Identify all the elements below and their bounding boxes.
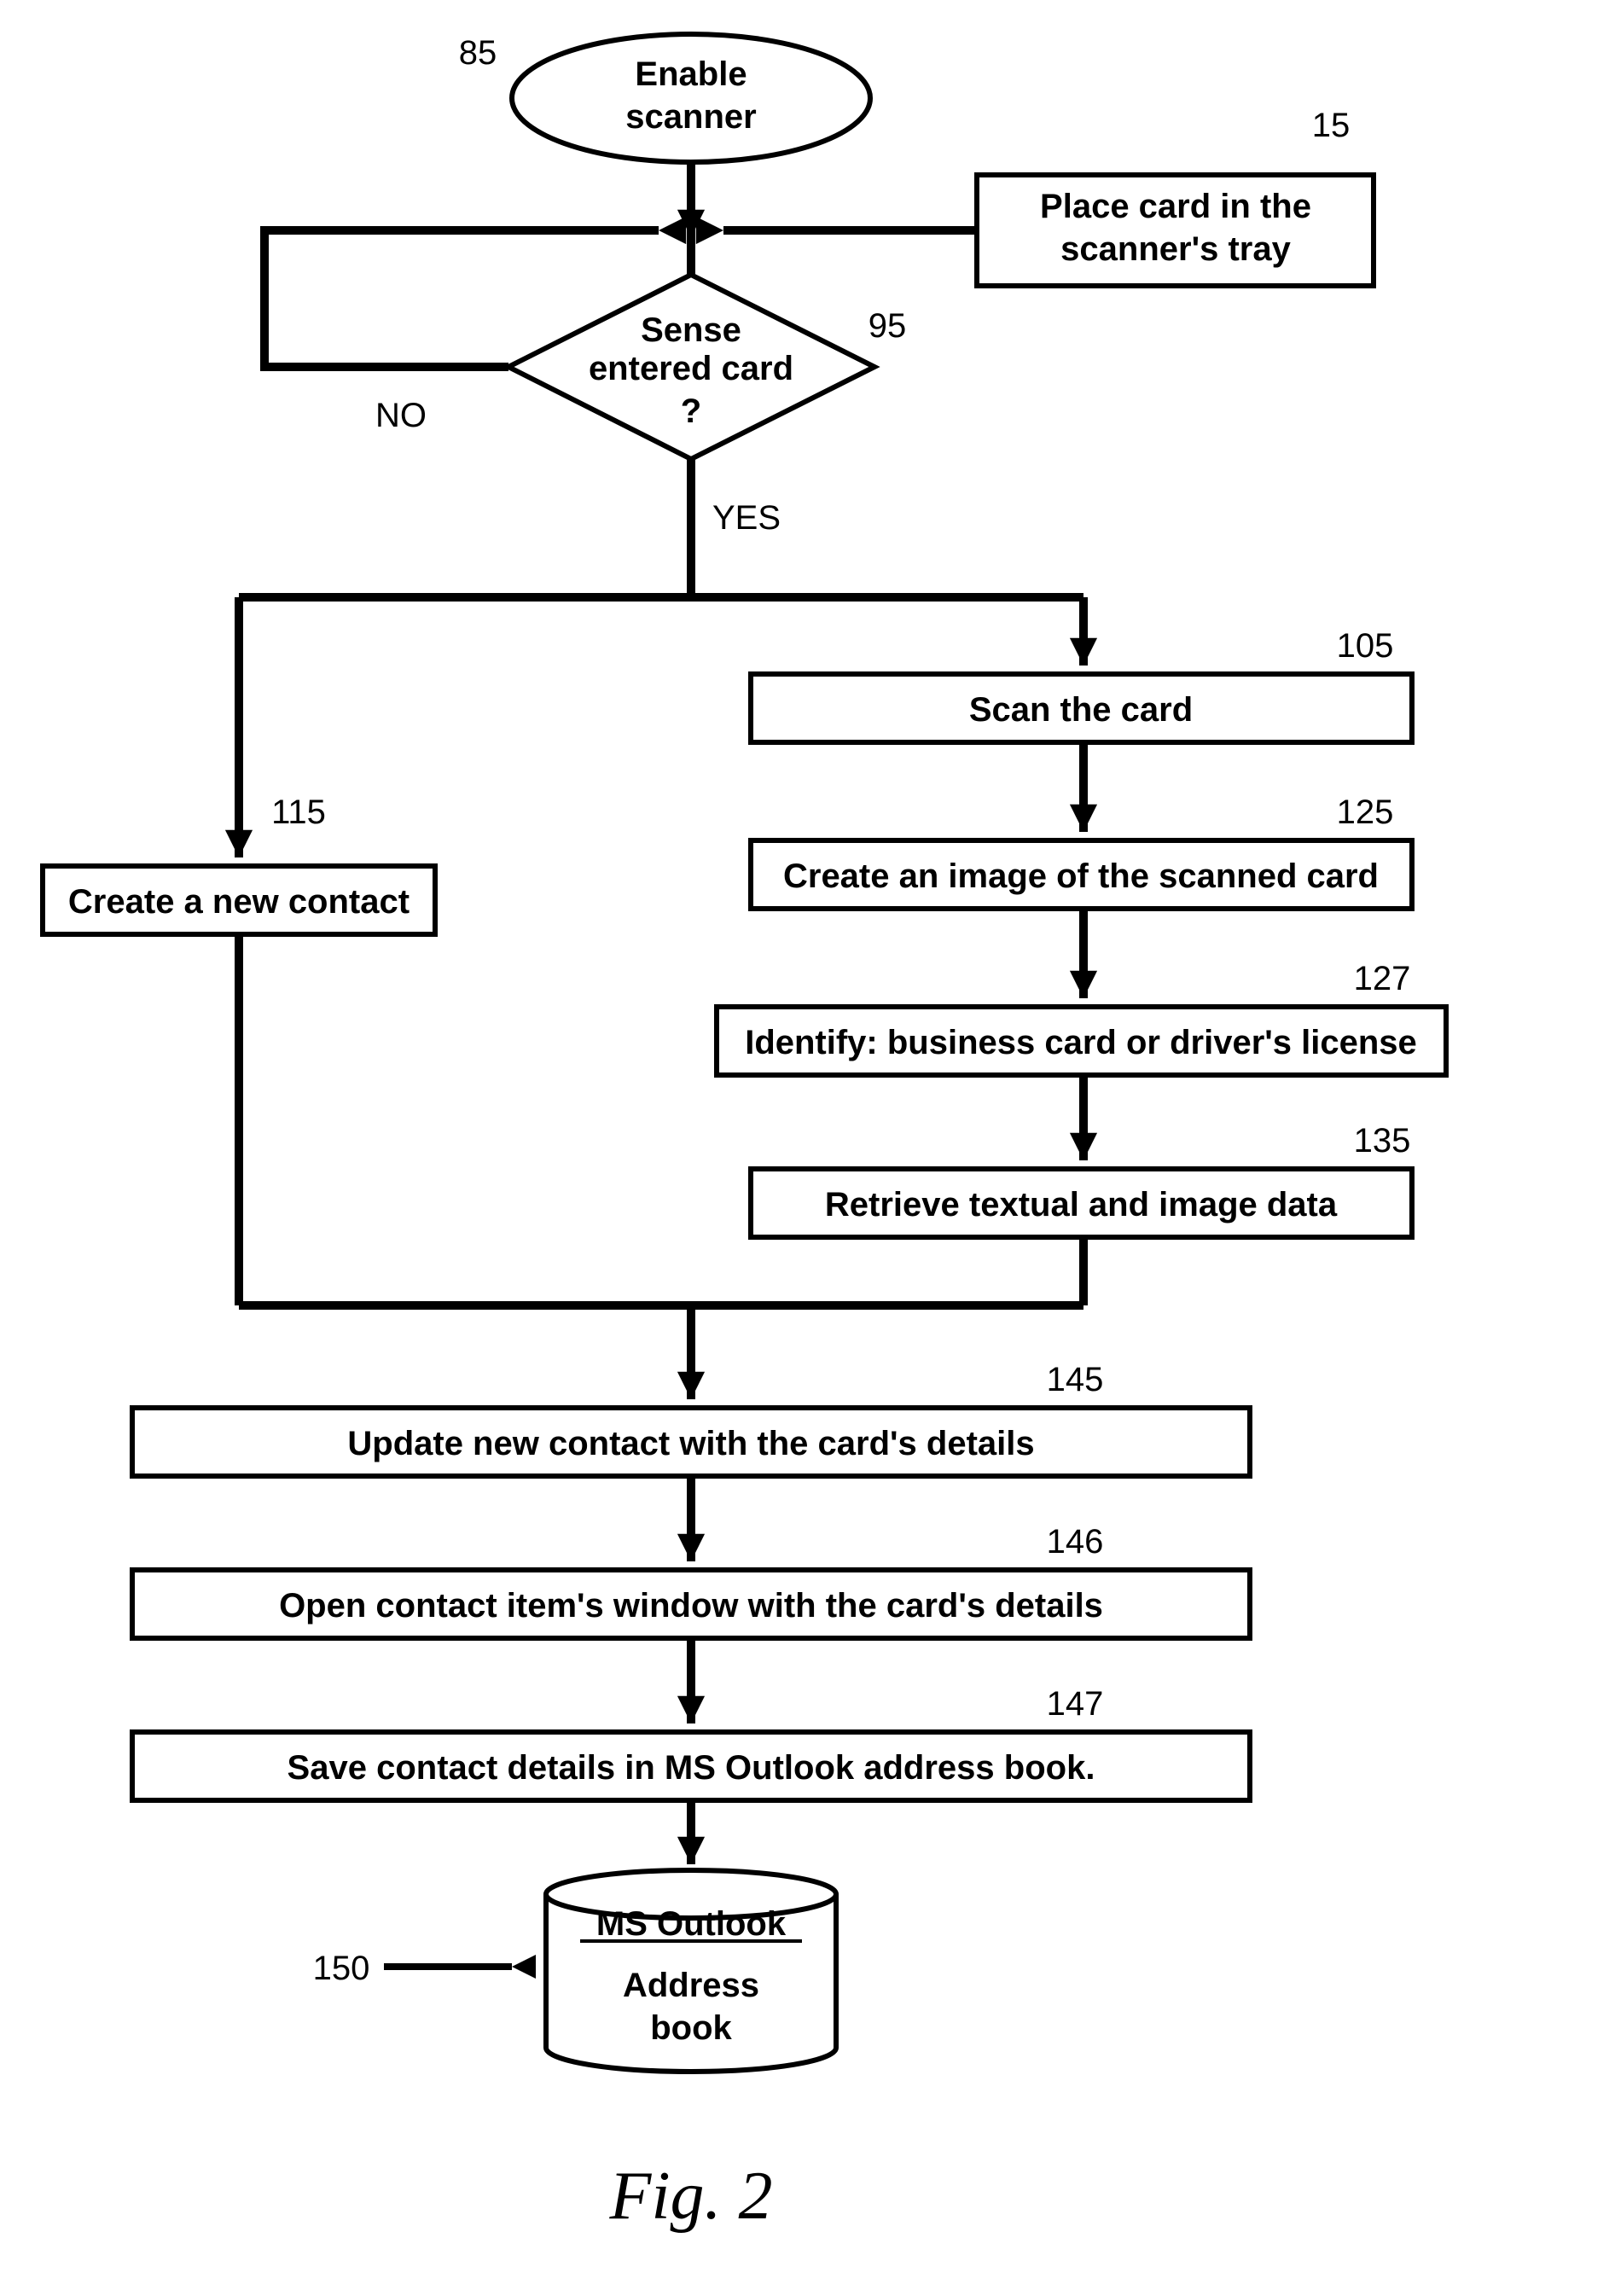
- svg-text:Create a new contact: Create a new contact: [68, 883, 410, 921]
- node-150-line2: Address: [623, 1967, 759, 2004]
- node-127-line1: Identify: business card or driver's lice…: [745, 1024, 1417, 1061]
- svg-text:Address: Address: [623, 1967, 759, 2004]
- svg-text:Create an image of the scanned: Create an image of the scanned card: [783, 857, 1379, 895]
- node-85-line2: scanner: [625, 98, 756, 136]
- label-no: NO: [375, 397, 427, 434]
- ref-147: 147: [1047, 1685, 1104, 1723]
- svg-text:Enable: Enable: [635, 55, 747, 93]
- ref-105: 105: [1337, 627, 1394, 665]
- svg-text:147: 147: [1047, 1685, 1104, 1723]
- svg-text:145: 145: [1047, 1361, 1104, 1398]
- svg-text:Fig. 2: Fig. 2: [608, 2159, 772, 2234]
- svg-text:85: 85: [459, 34, 497, 72]
- ref-85: 85: [459, 34, 497, 72]
- ref-145: 145: [1047, 1361, 1104, 1398]
- ref-146: 146: [1047, 1523, 1104, 1561]
- svg-text:146: 146: [1047, 1523, 1104, 1561]
- label-yes: YES: [712, 499, 781, 537]
- svg-text:NO: NO: [375, 397, 427, 434]
- svg-text:Open contact item's window wit: Open contact item's window with the card…: [279, 1587, 1103, 1625]
- ref-115: 115: [271, 793, 326, 831]
- svg-text:entered card: entered card: [589, 350, 793, 387]
- flowchart-diagram: Enable scanner 85 Place card in the scan…: [0, 0, 1615, 2296]
- ref-127: 127: [1354, 960, 1411, 997]
- svg-text:Save contact details in MS Out: Save contact details in MS Outlook addre…: [288, 1749, 1095, 1787]
- ref-15: 15: [1312, 107, 1351, 144]
- ref-125: 125: [1337, 793, 1394, 831]
- ref-135: 135: [1354, 1122, 1411, 1160]
- node-105-line1: Scan the card: [969, 691, 1193, 729]
- svg-text:125: 125: [1337, 793, 1394, 831]
- svg-text:115: 115: [271, 793, 326, 831]
- svg-text:MS Outlook: MS Outlook: [596, 1905, 787, 1943]
- node-95-line3: ?: [681, 392, 701, 430]
- node-147-line1: Save contact details in MS Outlook addre…: [288, 1749, 1095, 1787]
- svg-text:Identify: business card or dri: Identify: business card or driver's lice…: [745, 1024, 1417, 1061]
- node-115-line1: Create a new contact: [68, 883, 410, 921]
- svg-text:95: 95: [868, 307, 907, 345]
- svg-text:Sense: Sense: [641, 311, 741, 349]
- node-95-line2: entered card: [589, 350, 793, 387]
- node-95-line1: Sense: [641, 311, 741, 349]
- node-135-line1: Retrieve textual and image data: [825, 1186, 1338, 1224]
- node-15-line2: scanner's tray: [1060, 230, 1291, 268]
- svg-text:YES: YES: [712, 499, 781, 537]
- node-150-line3: book: [650, 2009, 732, 2047]
- node-150-line1: MS Outlook: [596, 1905, 787, 1943]
- node-125-line1: Create an image of the scanned card: [783, 857, 1379, 895]
- svg-text:book: book: [650, 2009, 732, 2047]
- node-15-line1: Place card in the: [1040, 188, 1311, 225]
- svg-text:scanner's tray: scanner's tray: [1060, 230, 1291, 268]
- svg-text:Place card in the: Place card in the: [1040, 188, 1311, 225]
- svg-text:Update new contact with the ca: Update new contact with the card's detai…: [347, 1425, 1034, 1462]
- node-145-line1: Update new contact with the card's detai…: [347, 1425, 1034, 1462]
- figure-label: Fig. 2: [608, 2159, 772, 2234]
- svg-text:135: 135: [1354, 1122, 1411, 1160]
- svg-text:15: 15: [1312, 107, 1351, 144]
- svg-text:scanner: scanner: [625, 98, 756, 136]
- node-146-line1: Open contact item's window with the card…: [279, 1587, 1103, 1625]
- svg-text:?: ?: [681, 392, 701, 430]
- svg-text:105: 105: [1337, 627, 1394, 665]
- ref-150: 150: [313, 1950, 370, 1987]
- svg-text:150: 150: [313, 1950, 370, 1987]
- svg-text:Scan the card: Scan the card: [969, 691, 1193, 729]
- svg-text:127: 127: [1354, 960, 1411, 997]
- svg-text:Retrieve textual and image dat: Retrieve textual and image data: [825, 1186, 1338, 1224]
- ref-95: 95: [868, 307, 907, 345]
- node-85-line1: Enable: [635, 55, 747, 93]
